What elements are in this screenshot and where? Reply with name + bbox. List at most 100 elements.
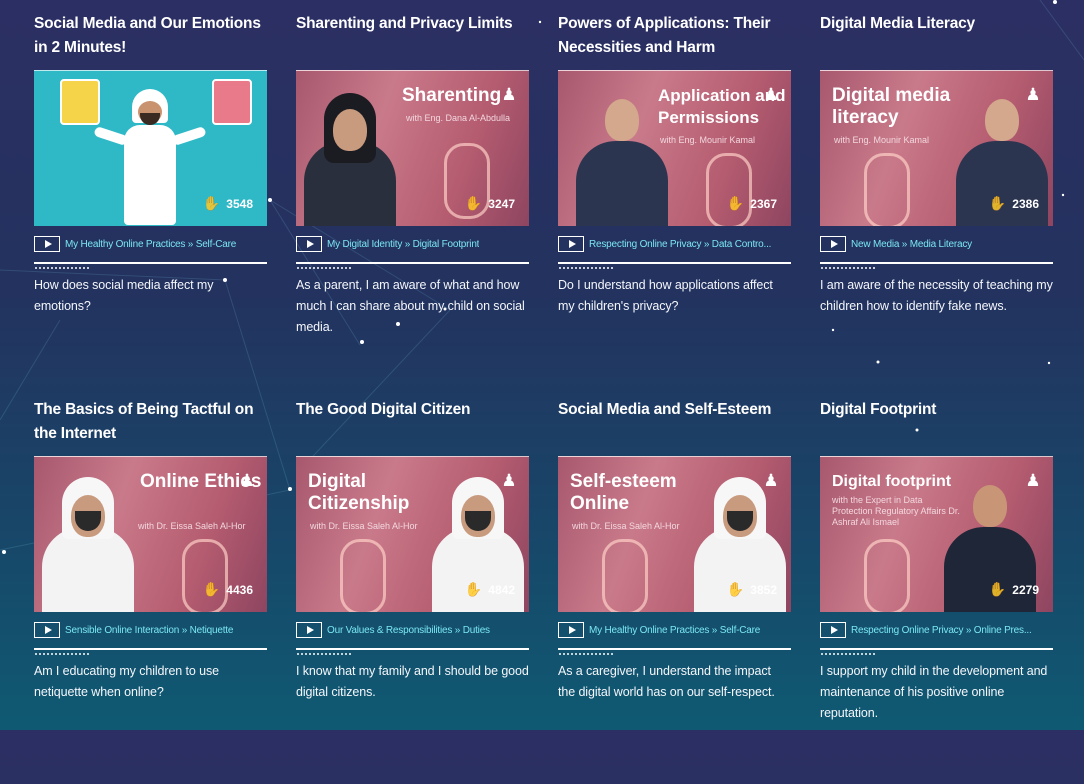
view-count: ✋ 2386: [989, 195, 1039, 212]
hand-icon: ✋: [202, 195, 221, 211]
card-description: I am aware of the necessity of teaching …: [820, 278, 1053, 313]
hand-icon: ✋: [726, 195, 745, 211]
play-icon[interactable]: [820, 622, 846, 638]
card-description: As a caregiver, I understand the impact …: [558, 664, 775, 699]
thumbnail-overlay-subtitle: with Dr. Eissa Saleh Al-Hor: [138, 521, 246, 531]
category-breadcrumb[interactable]: My Digital Identity » Digital Footprint: [296, 226, 529, 264]
view-count-value: 3852: [750, 582, 777, 597]
video-card[interactable]: Powers of Applications: Their Necessitie…: [558, 12, 791, 398]
family-icon: ♟: [501, 85, 517, 104]
category-breadcrumb[interactable]: Our Values & Responsibilities » Duties: [296, 612, 529, 650]
dotted-divider: [558, 267, 614, 269]
microphone-icon: [340, 539, 386, 612]
family-icon: ♟: [1025, 85, 1041, 104]
hand-icon: ✋: [464, 581, 483, 597]
video-thumbnail[interactable]: Digital media literacy with Eng. Mounir …: [820, 70, 1053, 226]
view-count: ✋ 3247: [465, 195, 515, 212]
category-link[interactable]: Respecting Online Privacy » Data Contro.…: [589, 239, 771, 250]
family-icon: ♟: [239, 471, 255, 490]
thumbnail-overlay-subtitle: with Eng. Mounir Kamal: [834, 135, 930, 145]
video-card[interactable]: Sharenting and Privacy Limits Sharenting…: [296, 12, 529, 398]
family-icon: ♟: [763, 85, 779, 104]
video-card[interactable]: Digital Media Literacy Digital media lit…: [820, 12, 1053, 398]
play-icon[interactable]: [296, 622, 322, 638]
view-count-value: 3548: [226, 196, 253, 211]
dotted-divider: [296, 267, 352, 269]
dotted-divider: [34, 653, 90, 655]
category-breadcrumb[interactable]: Sensible Online Interaction » Netiquette: [34, 612, 267, 650]
card-description: As a parent, I am aware of what and how …: [296, 278, 525, 334]
view-count-value: 3247: [488, 196, 515, 211]
category-breadcrumb[interactable]: Respecting Online Privacy » Online Pres.…: [820, 612, 1053, 650]
category-link[interactable]: New Media » Media Literacy: [851, 239, 972, 250]
view-count-value: 4842: [488, 582, 515, 597]
family-icon: ♟: [763, 471, 779, 490]
play-icon[interactable]: [820, 236, 846, 252]
card-title[interactable]: Digital Media Literacy: [820, 12, 1053, 70]
cartoon-man-illustration: [93, 89, 207, 226]
category-link[interactable]: Sensible Online Interaction » Netiquette: [65, 625, 233, 636]
thumbnail-overlay-subtitle: with Dr. Eissa Saleh Al-Hor: [310, 521, 418, 531]
view-count: ✋ 3548: [203, 195, 253, 212]
card-title[interactable]: The Good Digital Citizen: [296, 398, 529, 456]
play-icon[interactable]: [296, 236, 322, 252]
dotted-divider: [34, 267, 90, 269]
card-description: Do I understand how applications affect …: [558, 278, 773, 313]
thumbnail-overlay-title: Self-esteem Online: [570, 471, 677, 514]
video-card[interactable]: Social Media and Our Emotions in 2 Minut…: [34, 12, 267, 398]
video-card[interactable]: Digital Footprint Digital footprint with…: [820, 398, 1053, 784]
video-thumbnail[interactable]: Application and Permissions with Eng. Mo…: [558, 70, 791, 226]
video-thumbnail[interactable]: Digital Citizenship with Dr. Eissa Saleh…: [296, 456, 529, 612]
thumbnail-overlay-subtitle: with Dr. Eissa Saleh Al-Hor: [572, 521, 680, 531]
view-count: ✋ 2367: [727, 195, 777, 212]
thumbnail-overlay-subtitle: with Eng. Mounir Kamal: [660, 135, 756, 145]
microphone-icon: [602, 539, 648, 612]
category-link[interactable]: Our Values & Responsibilities » Duties: [327, 625, 490, 636]
thumbnail-overlay-title: Digital Citizenship: [308, 471, 410, 514]
microphone-icon: [706, 153, 752, 226]
presenter-image: [42, 477, 134, 612]
card-title[interactable]: Sharenting and Privacy Limits: [296, 12, 529, 70]
video-card-grid: Social Media and Our Emotions in 2 Minut…: [34, 12, 1053, 784]
dotted-divider: [820, 653, 876, 655]
thumbnail-overlay-subtitle: with the Expert in Data Protection Regul…: [832, 495, 960, 527]
category-link[interactable]: My Healthy Online Practices » Self-Care: [65, 239, 236, 250]
card-title[interactable]: The Basics of Being Tactful on the Inter…: [34, 398, 267, 456]
view-count-value: 2367: [750, 196, 777, 211]
video-thumbnail[interactable]: ✋ 3548: [34, 70, 267, 226]
video-thumbnail[interactable]: Online Ethics with Dr. Eissa Saleh Al-Ho…: [34, 456, 267, 612]
card-title[interactable]: Social Media and Our Emotions in 2 Minut…: [34, 12, 267, 70]
play-icon[interactable]: [558, 236, 584, 252]
video-thumbnail[interactable]: Digital footprint with the Expert in Dat…: [820, 456, 1053, 612]
view-count: ✋ 3852: [727, 581, 777, 598]
card-title[interactable]: Digital Footprint: [820, 398, 1053, 456]
category-link[interactable]: Respecting Online Privacy » Online Pres.…: [851, 625, 1032, 636]
card-description: Am I educating my children to use netiqu…: [34, 664, 219, 699]
hand-icon: ✋: [988, 195, 1007, 211]
card-description: I know that my family and I should be go…: [296, 664, 529, 699]
video-card[interactable]: The Good Digital Citizen Digital Citizen…: [296, 398, 529, 784]
category-link[interactable]: My Digital Identity » Digital Footprint: [327, 239, 479, 250]
category-breadcrumb[interactable]: Respecting Online Privacy » Data Contro.…: [558, 226, 791, 264]
card-title[interactable]: Social Media and Self-Esteem: [558, 398, 791, 456]
dotted-divider: [296, 653, 352, 655]
play-icon[interactable]: [558, 622, 584, 638]
video-card[interactable]: Social Media and Self-Esteem Self-esteem…: [558, 398, 791, 784]
video-thumbnail[interactable]: Self-esteem Online with Dr. Eissa Saleh …: [558, 456, 791, 612]
category-breadcrumb[interactable]: My Healthy Online Practices » Self-Care: [34, 226, 267, 264]
thumbnail-overlay-title: Digital footprint: [832, 473, 952, 490]
card-title[interactable]: Powers of Applications: Their Necessitie…: [558, 12, 791, 70]
play-icon[interactable]: [34, 236, 60, 252]
category-link[interactable]: My Healthy Online Practices » Self-Care: [589, 625, 760, 636]
category-breadcrumb[interactable]: New Media » Media Literacy: [820, 226, 1053, 264]
hand-icon: ✋: [464, 195, 483, 211]
video-thumbnail[interactable]: Sharenting with Eng. Dana Al-Abdulla ♟ ✋…: [296, 70, 529, 226]
hand-icon: ✋: [726, 581, 745, 597]
presenter-image: [576, 91, 668, 226]
play-icon[interactable]: [34, 622, 60, 638]
thumbnail-overlay-subtitle: with Eng. Dana Al-Abdulla: [406, 113, 511, 123]
video-card[interactable]: The Basics of Being Tactful on the Inter…: [34, 398, 267, 784]
category-breadcrumb[interactable]: My Healthy Online Practices » Self-Care: [558, 612, 791, 650]
microphone-icon: [864, 539, 910, 612]
hand-icon: ✋: [988, 581, 1007, 597]
